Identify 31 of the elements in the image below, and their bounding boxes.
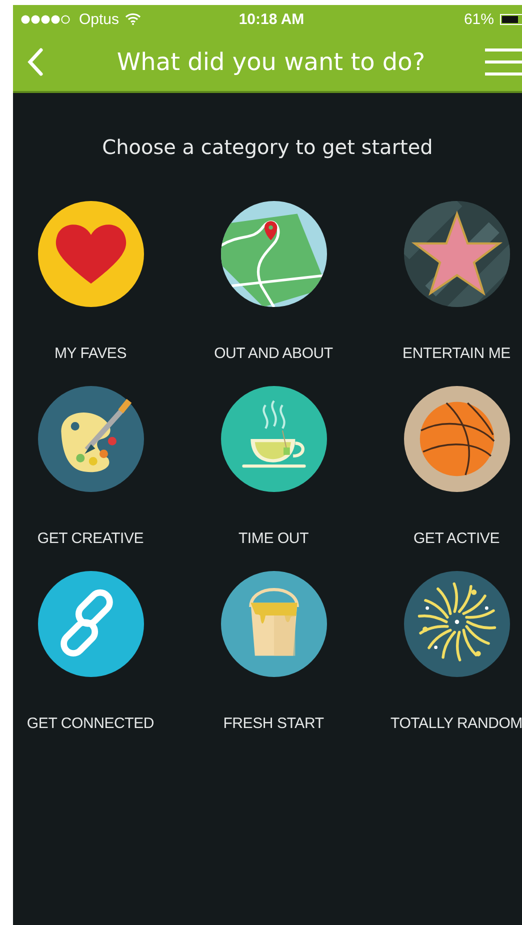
teacup-icon bbox=[220, 386, 326, 492]
basketball-icon bbox=[404, 386, 510, 492]
category-label: GET CREATIVE bbox=[37, 530, 144, 547]
category-tile[interactable] bbox=[404, 386, 510, 492]
category-tile[interactable] bbox=[404, 571, 510, 677]
category-tile[interactable] bbox=[220, 571, 326, 677]
fireworks-icon bbox=[404, 571, 510, 677]
category-tile[interactable] bbox=[220, 386, 326, 492]
battery-percent: 61% bbox=[464, 10, 494, 28]
category-label: MY FAVES bbox=[54, 345, 127, 362]
palette-icon bbox=[38, 386, 144, 492]
category-tile[interactable] bbox=[38, 571, 144, 677]
battery-icon bbox=[500, 14, 522, 24]
screen-title: What did you want to do? bbox=[116, 48, 426, 76]
paint-bucket-icon bbox=[220, 571, 326, 677]
category-label: GET CONNECTED bbox=[26, 715, 154, 732]
carrier-name: Optus bbox=[79, 10, 120, 28]
category-label: OUT AND ABOUT bbox=[214, 345, 333, 362]
wifi-icon bbox=[125, 13, 142, 25]
menu-icon bbox=[485, 48, 522, 76]
chain-link-icon bbox=[38, 571, 144, 677]
category-label: TIME OUT bbox=[238, 530, 309, 547]
category-label: TOTALLY RANDOM bbox=[390, 715, 522, 732]
category-tile[interactable] bbox=[38, 201, 144, 307]
category-prompt: Choose a category to get started bbox=[101, 135, 434, 159]
clock-time: 10:18 AM bbox=[238, 10, 304, 28]
category-tile[interactable] bbox=[38, 386, 144, 492]
back-chevron-icon bbox=[25, 47, 45, 77]
category-label: FRESH START bbox=[223, 715, 324, 732]
category-label: ENTERTAIN ME bbox=[402, 345, 510, 362]
category-label: GET ACTIVE bbox=[413, 530, 500, 547]
